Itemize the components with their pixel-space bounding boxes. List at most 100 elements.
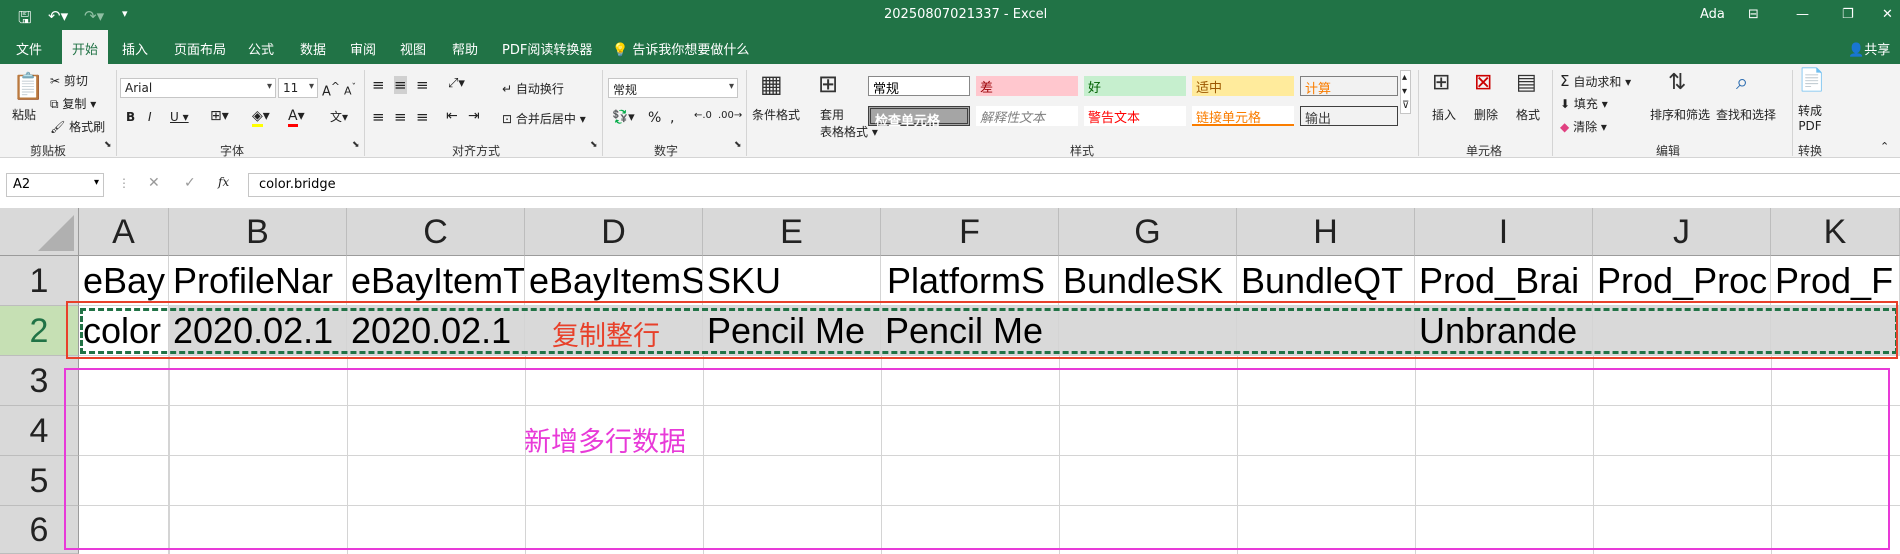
customize-qat-icon[interactable]: ▾ — [122, 7, 128, 20]
cell-d1[interactable]: eBayItemS — [525, 256, 703, 306]
cell-e1[interactable]: SKU — [703, 256, 881, 306]
redo-icon[interactable]: ↷▾ — [84, 7, 104, 25]
decrease-indent-icon[interactable]: ⇤ — [446, 108, 458, 124]
style-check-cell[interactable]: 检查单元格 — [868, 106, 970, 129]
cut-button[interactable]: ✂ 剪切 — [50, 72, 88, 89]
orientation-icon[interactable]: ⤢▾ — [448, 76, 465, 91]
cancel-icon[interactable]: ✕ — [148, 175, 160, 191]
dialog-launcher-icon[interactable]: ⬊ — [352, 140, 360, 150]
column-header-k[interactable]: K — [1771, 208, 1900, 256]
close-icon[interactable]: ✕ — [1882, 7, 1893, 22]
align-middle-icon[interactable]: ≡ — [394, 76, 407, 94]
align-center-icon[interactable]: ≡ — [394, 108, 407, 126]
increase-font-icon[interactable]: A^ — [322, 80, 340, 99]
tab-review[interactable]: 审阅 — [350, 39, 376, 58]
merge-center-button[interactable]: ⊡ 合并后居中 ▾ — [502, 110, 586, 127]
percent-icon[interactable]: % — [648, 110, 661, 126]
column-header-b[interactable]: B — [169, 208, 347, 256]
restore-icon[interactable]: ❐ — [1842, 7, 1854, 22]
ribbon-display-icon[interactable]: ⊟ — [1748, 7, 1759, 22]
paste-button[interactable]: 粘贴 — [12, 106, 36, 123]
tab-insert[interactable]: 插入 — [122, 39, 148, 58]
tab-home[interactable]: 开始 — [62, 30, 109, 64]
column-header-j[interactable]: J — [1593, 208, 1771, 256]
decrease-font-icon[interactable]: Aˇ — [344, 82, 356, 98]
style-explanatory[interactable]: 解释性文本 — [976, 106, 1078, 126]
column-header-g[interactable]: G — [1059, 208, 1237, 256]
enter-icon[interactable]: ✓ — [184, 175, 196, 191]
tab-page-layout[interactable]: 页面布局 — [174, 39, 226, 58]
autosum-button[interactable]: Σ 自动求和 ▾ — [1560, 72, 1631, 90]
clear-button[interactable]: ◆ 清除 ▾ — [1560, 118, 1607, 135]
font-name-select[interactable]: Arial — [120, 78, 276, 98]
italic-button[interactable]: I — [148, 110, 152, 124]
column-header-d[interactable]: D — [525, 208, 703, 256]
cell-h1[interactable]: BundleQT — [1237, 256, 1415, 306]
sort-filter-button[interactable]: 排序和筛选 — [1650, 106, 1710, 123]
column-header-a[interactable]: A — [79, 208, 169, 256]
style-linked-cell[interactable]: 链接单元格 — [1192, 106, 1294, 126]
cell-i1[interactable]: Prod_Brai — [1415, 256, 1593, 306]
align-right-icon[interactable]: ≡ — [416, 108, 429, 126]
collapse-ribbon-icon[interactable]: ⌃ — [1880, 140, 1889, 153]
align-left-icon[interactable]: ≡ — [372, 108, 385, 126]
align-bottom-icon[interactable]: ≡ — [416, 76, 429, 94]
cell-b1[interactable]: ProfileNar — [169, 256, 347, 306]
formula-input[interactable]: color.bridge — [248, 173, 1900, 197]
underline-button[interactable]: U ▾ — [170, 110, 189, 124]
align-top-icon[interactable]: ≡ — [372, 76, 385, 94]
convert-to-pdf-button[interactable]: 转成 PDF — [1798, 104, 1822, 134]
column-header-c[interactable]: C — [347, 208, 525, 256]
tab-formulas[interactable]: 公式 — [248, 39, 274, 58]
bold-button[interactable]: B — [126, 110, 135, 124]
undo-icon[interactable]: ↶▾ — [48, 7, 68, 25]
column-header-f[interactable]: F — [881, 208, 1059, 256]
fill-button[interactable]: ⬇ 填充 ▾ — [1560, 95, 1608, 112]
cell-a1[interactable]: eBay — [79, 256, 169, 306]
increase-decimal-icon[interactable]: ←.0 — [694, 110, 712, 121]
fill-color-icon[interactable]: ◈▾ — [252, 108, 270, 127]
share-button[interactable]: 👤共享 — [1848, 39, 1890, 58]
font-color-icon[interactable]: A▾ — [288, 108, 305, 127]
tab-pdf-converter[interactable]: PDF阅读转换器 — [502, 39, 592, 58]
style-calculation[interactable]: 计算 — [1300, 76, 1398, 97]
cell-j1[interactable]: Prod_Proc — [1593, 256, 1771, 306]
style-output[interactable]: 输出 — [1300, 106, 1398, 127]
accounting-format-icon[interactable]: 💱▾ — [612, 110, 635, 125]
paste-icon[interactable]: 📋 — [12, 72, 44, 102]
column-header-i[interactable]: I — [1415, 208, 1593, 256]
cell-f1[interactable]: PlatformS — [881, 256, 1059, 306]
dialog-launcher-icon[interactable]: ⬊ — [104, 140, 112, 150]
font-size-select[interactable]: 11 — [278, 78, 318, 98]
tab-data[interactable]: 数据 — [300, 39, 326, 58]
style-good[interactable]: 好 — [1084, 76, 1186, 96]
find-select-button[interactable]: 查找和选择 — [1716, 106, 1776, 123]
number-format-select[interactable]: 常规 — [608, 78, 738, 98]
cell-g1[interactable]: BundleSK — [1059, 256, 1237, 306]
cell-c1[interactable]: eBayItemT — [347, 256, 525, 306]
minimize-icon[interactable]: — — [1796, 7, 1809, 22]
user-name[interactable]: Ada — [1700, 7, 1725, 22]
format-cells-button[interactable]: 格式 — [1516, 106, 1540, 123]
comma-icon[interactable]: , — [670, 110, 674, 126]
style-bad[interactable]: 差 — [976, 76, 1078, 96]
column-header-e[interactable]: E — [703, 208, 881, 256]
borders-icon[interactable]: ⊞▾ — [210, 108, 229, 124]
cell-k1[interactable]: Prod_F — [1771, 256, 1900, 306]
copy-button[interactable]: ⧉ 复制 ▾ — [50, 95, 96, 112]
style-warning[interactable]: 警告文本 — [1084, 106, 1186, 126]
select-all-corner[interactable] — [0, 208, 79, 256]
increase-indent-icon[interactable]: ⇥ — [468, 108, 480, 124]
phonetic-icon[interactable]: 文▾ — [330, 108, 348, 125]
styles-scroll-icon[interactable]: ▴ ▾ ⊽ — [1400, 70, 1412, 114]
wrap-text-button[interactable]: ↵ 自动换行 — [502, 80, 564, 97]
format-painter-button[interactable]: 🖌 格式刷 — [50, 118, 105, 135]
conditional-format-button[interactable]: 条件格式 — [752, 106, 800, 123]
tell-me-search[interactable]: 💡 告诉我你想要做什么 — [612, 39, 749, 58]
row-header-1[interactable]: 1 — [0, 256, 79, 306]
dialog-launcher-icon[interactable]: ⬊ — [734, 140, 742, 150]
insert-cells-button[interactable]: 插入 — [1432, 106, 1456, 123]
style-neutral[interactable]: 适中 — [1192, 76, 1294, 96]
insert-function-button[interactable]: fx — [218, 175, 229, 189]
name-box[interactable]: A2 ▾ — [6, 173, 104, 197]
